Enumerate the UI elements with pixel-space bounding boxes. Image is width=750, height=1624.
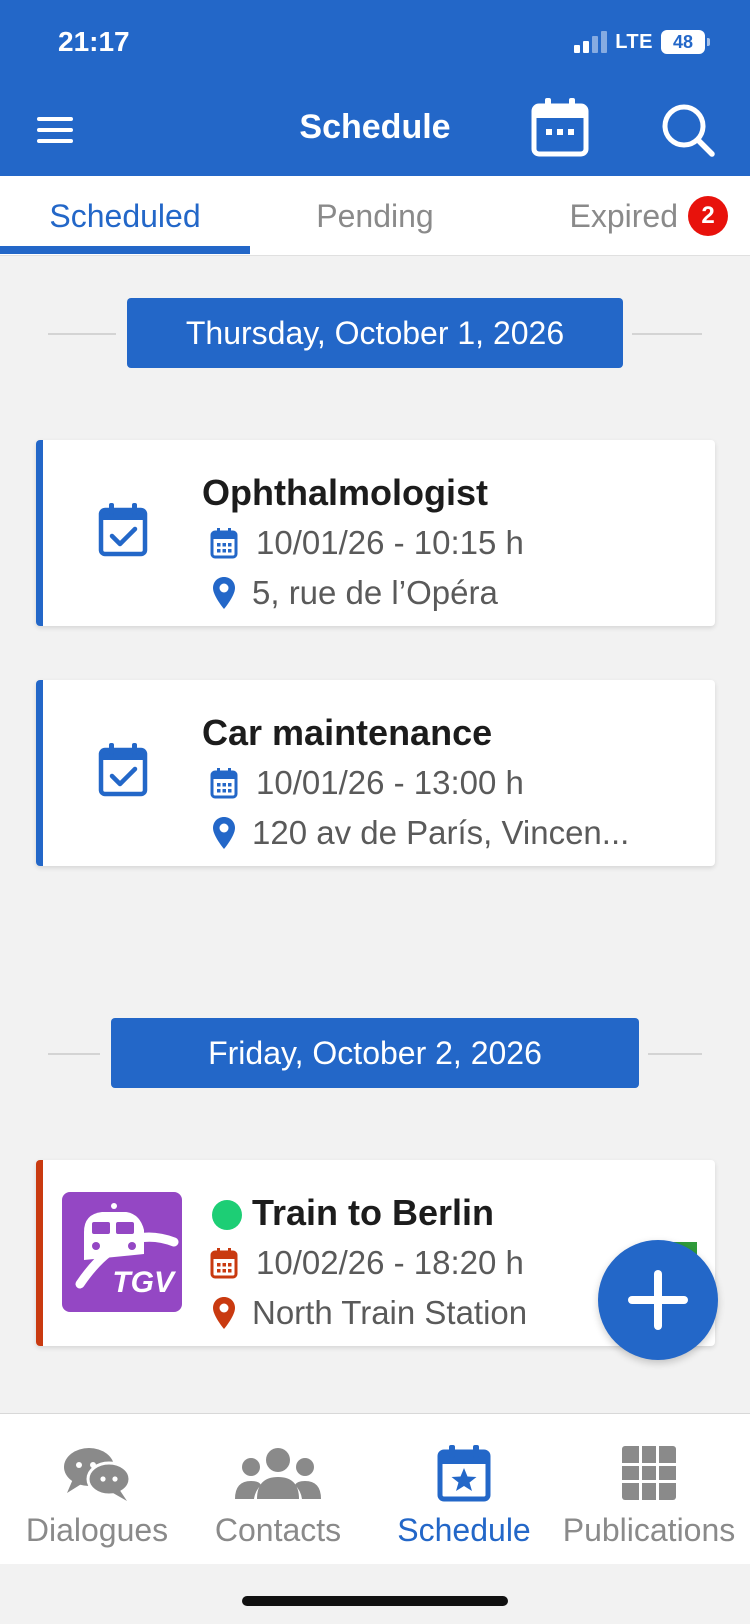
tgv-logo: TGV xyxy=(62,1192,182,1312)
battery-level: 48 xyxy=(661,30,705,54)
calendar-view-button[interactable] xyxy=(530,96,590,158)
bottom-navigation: Dialogues Contacts Schedule Publications xyxy=(0,1413,750,1564)
location-pin-icon xyxy=(213,817,235,849)
expired-count-badge: 2 xyxy=(688,196,728,236)
event-location-row: North Train Station xyxy=(210,1294,527,1332)
calendar-small-icon xyxy=(210,1248,238,1279)
tgv-logo-text: TGV xyxy=(112,1266,174,1299)
event-title-row: Train to Berlin xyxy=(212,1192,494,1234)
tab-scheduled[interactable]: Scheduled xyxy=(0,176,250,256)
tab-scheduled-label: Scheduled xyxy=(49,197,201,234)
event-accent-bar xyxy=(36,440,43,626)
nav-schedule[interactable]: Schedule xyxy=(370,1414,558,1565)
status-time: 21:17 xyxy=(58,26,130,57)
event-title: Train to Berlin xyxy=(252,1192,495,1233)
event-location: 5, rue de l’Opéra xyxy=(252,574,498,611)
event-title: Ophthalmologist xyxy=(202,472,488,513)
add-event-button[interactable] xyxy=(598,1240,718,1360)
chat-bubbles-icon xyxy=(64,1448,131,1501)
location-pin-icon xyxy=(213,577,235,609)
page-title: Schedule xyxy=(299,108,451,146)
date-header: Friday, October 2, 2026 xyxy=(111,1018,639,1088)
event-location-row: 5, rue de l’Opéra xyxy=(210,574,498,612)
grid-icon xyxy=(622,1446,676,1500)
tab-pending-label: Pending xyxy=(316,197,434,234)
status-indicators: LTE 48 xyxy=(574,30,710,54)
tab-pending[interactable]: Pending xyxy=(250,176,500,256)
event-location: 120 av de París, Vincen... xyxy=(252,814,630,851)
nav-schedule-label: Schedule xyxy=(397,1512,531,1548)
date-separator: Friday, October 2, 2026 xyxy=(48,1018,702,1088)
event-accent-bar xyxy=(36,1160,43,1346)
search-button[interactable] xyxy=(660,102,716,158)
calendar-small-icon xyxy=(210,528,238,559)
location-pin-icon xyxy=(213,1297,235,1329)
tab-expired-label: Expired xyxy=(569,197,679,234)
signal-icon xyxy=(574,31,608,53)
nav-dialogues-label: Dialogues xyxy=(25,1512,169,1548)
event-datetime: 10/01/26 - 13:00 h xyxy=(256,764,524,801)
calendar-check-icon xyxy=(98,503,148,557)
event-datetime-row: 10/02/26 - 18:20 h xyxy=(210,1244,524,1282)
date-separator: Thursday, October 1, 2026 xyxy=(48,298,702,368)
date-header: Thursday, October 1, 2026 xyxy=(127,298,623,368)
home-indicator-area xyxy=(0,1564,750,1624)
event-datetime-row: 10/01/26 - 10:15 h xyxy=(210,524,524,562)
nav-contacts-label: Contacts xyxy=(214,1512,342,1548)
event-accent-bar xyxy=(36,680,43,866)
people-icon xyxy=(235,1448,321,1499)
nav-dialogues[interactable]: Dialogues xyxy=(3,1414,191,1565)
nav-contacts[interactable]: Contacts xyxy=(184,1414,372,1565)
network-type: LTE xyxy=(615,30,653,53)
calendar-star-icon xyxy=(437,1445,491,1502)
tab-bar: Scheduled Pending Expired 2 xyxy=(0,176,750,256)
event-datetime-row: 10/01/26 - 13:00 h xyxy=(210,764,524,802)
event-datetime: 10/02/26 - 18:20 h xyxy=(256,1244,524,1281)
event-card[interactable]: Ophthalmologist 10/01/26 - 10:15 h 5, ru… xyxy=(36,440,715,626)
event-location: North Train Station xyxy=(252,1294,528,1331)
app-header: 21:17 LTE 48 Schedule xyxy=(0,0,750,176)
status-dot-icon xyxy=(212,1200,242,1231)
active-tab-indicator xyxy=(0,246,250,254)
event-location-row: 120 av de París, Vincen... xyxy=(210,814,629,852)
home-indicator[interactable] xyxy=(242,1596,508,1606)
nav-publications-label: Publications xyxy=(562,1512,736,1548)
calendar-check-icon xyxy=(98,743,148,797)
battery-icon: 48 xyxy=(661,30,710,54)
nav-publications[interactable]: Publications xyxy=(555,1414,743,1565)
event-card[interactable]: Car maintenance 10/01/26 - 13:00 h 120 a… xyxy=(36,680,715,866)
event-title: Car maintenance xyxy=(202,712,493,753)
event-datetime: 10/01/26 - 10:15 h xyxy=(256,524,524,561)
tab-expired[interactable]: Expired 2 xyxy=(500,176,750,256)
calendar-small-icon xyxy=(210,768,238,799)
